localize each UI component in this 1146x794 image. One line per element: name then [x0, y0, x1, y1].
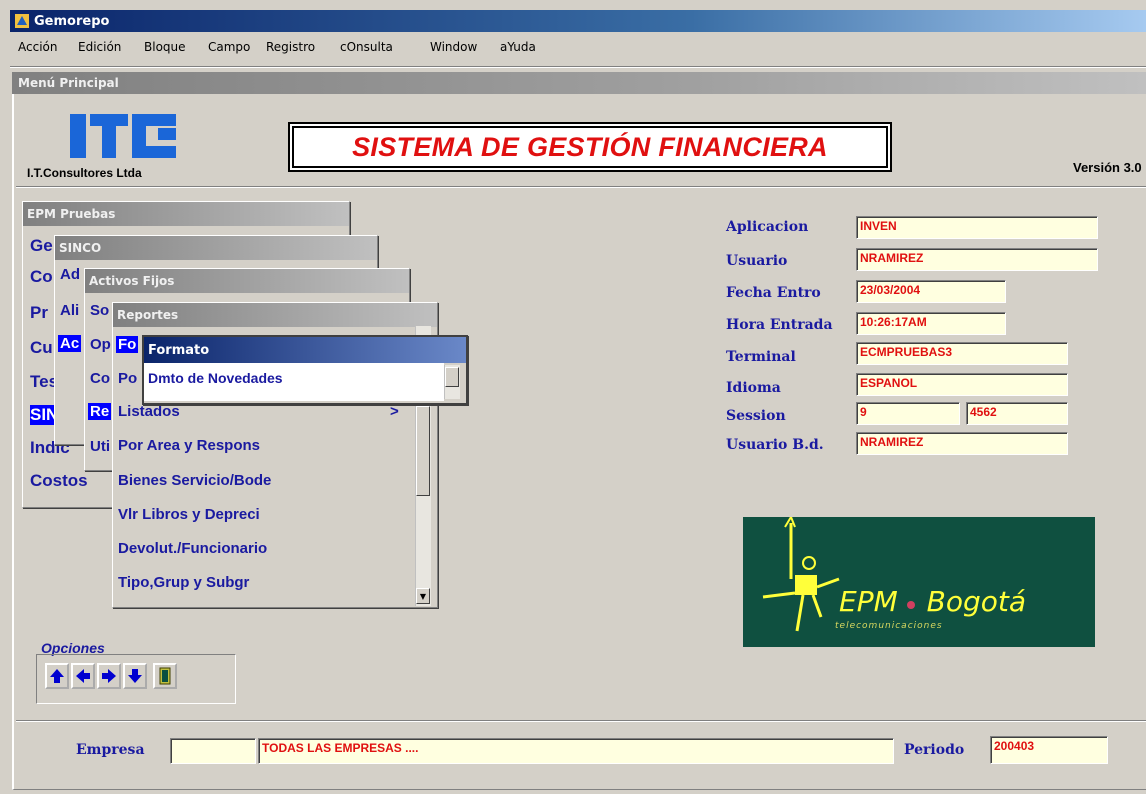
menu-bloque[interactable]: Bloque	[144, 40, 186, 54]
panel-reportes-title: Reportes	[113, 303, 437, 327]
field-idioma[interactable]: ESPANOL	[856, 373, 1068, 396]
menu-item-tipo-grup[interactable]: Tipo,Grup y Subgr	[118, 574, 249, 591]
inner-window-titlebar[interactable]: Menú Principal	[12, 72, 1146, 94]
field-periodo[interactable]: 200403	[990, 736, 1108, 764]
arrow-right-icon[interactable]	[97, 663, 121, 689]
menu-ayuda[interactable]: aYuda	[500, 40, 536, 54]
menu-item-por-area[interactable]: Por Area y Respons	[118, 437, 260, 454]
epm-subtitle: telecomunicaciones	[835, 621, 943, 631]
menu-consulta[interactable]: cOnsulta	[340, 40, 393, 54]
label-hora-entrada: Hora Entrada	[726, 317, 833, 333]
panel-activos-fijos-title: Activos Fijos	[85, 269, 409, 293]
window-titlebar[interactable]: Gemorepo	[10, 10, 1146, 32]
menu-item-ge[interactable]: Ge	[30, 236, 53, 256]
field-hora-entrada[interactable]: 10:26:17AM	[856, 312, 1006, 335]
footer-divider	[16, 720, 1146, 722]
field-empresa-name[interactable]: TODAS LAS EMPRESAS ....	[258, 738, 894, 764]
label-aplicacion: Aplicacion	[726, 219, 809, 235]
label-session: Session	[726, 408, 786, 424]
menu-item-fo[interactable]: Fo	[116, 336, 139, 353]
field-session-id[interactable]: 4562	[966, 402, 1068, 425]
menu-registro[interactable]: Registro	[266, 40, 315, 54]
app-icon	[14, 13, 30, 29]
panel-formato-title: Formato	[144, 337, 466, 363]
menu-item-uti[interactable]: Uti	[90, 438, 110, 455]
epm-city-text: Bogotá	[926, 585, 1027, 618]
label-empresa: Empresa	[76, 742, 145, 758]
field-fecha-entro[interactable]: 23/03/2004	[856, 280, 1006, 303]
menu-item-op[interactable]: Op	[90, 336, 111, 353]
menu-item-listados[interactable]: Listados	[118, 403, 180, 420]
menu-item-cu[interactable]: Cu	[30, 338, 53, 358]
menu-item-ali[interactable]: Ali	[60, 302, 79, 319]
menu-item-dmto-novedades[interactable]: Dmto de Novedades	[148, 370, 283, 386]
submenu-arrow: >	[390, 403, 399, 420]
field-usuario-bd[interactable]: NRAMIREZ	[856, 432, 1068, 455]
menu-item-bienes-servicio[interactable]: Bienes Servicio/Bode	[118, 472, 271, 489]
system-title: SISTEMA DE GESTIÓN FINANCIERA	[292, 126, 888, 168]
menu-accion[interactable]: Acción	[18, 40, 57, 54]
menu-item-ac[interactable]: Ac	[58, 335, 82, 352]
menu-item-ad[interactable]: Ad	[60, 266, 80, 283]
menu-item-co[interactable]: Co	[30, 267, 53, 287]
label-fecha-entro: Fecha Entro	[726, 285, 821, 301]
label-idioma: Idioma	[726, 380, 781, 396]
menu-item-devolut[interactable]: Devolut./Funcionario	[118, 540, 267, 557]
reportes-scrollbar-thumb[interactable]	[416, 406, 430, 496]
menu-item-po[interactable]: Po	[118, 370, 137, 387]
menu-item-co2[interactable]: Co	[90, 370, 110, 387]
field-session[interactable]: 9	[856, 402, 960, 425]
arrow-up-icon[interactable]	[45, 663, 69, 689]
label-usuario: Usuario	[726, 253, 788, 269]
logo-caption: I.T.Consultores Ltda	[27, 166, 142, 180]
field-terminal[interactable]: ECMPRUEBAS3	[856, 342, 1068, 365]
label-usuario-bd: Usuario B.d.	[726, 437, 824, 453]
menu-item-so[interactable]: So	[90, 302, 109, 319]
field-empresa-code[interactable]	[170, 738, 256, 764]
menu-campo[interactable]: Campo	[208, 40, 250, 54]
label-terminal: Terminal	[726, 349, 796, 365]
formato-scrollbar[interactable]	[444, 365, 460, 399]
menu-edicion[interactable]: Edición	[78, 40, 121, 54]
field-usuario[interactable]: NRAMIREZ	[856, 248, 1098, 271]
label-periodo: Periodo	[904, 742, 965, 758]
system-title-box: SISTEMA DE GESTIÓN FINANCIERA	[288, 122, 892, 172]
menu-item-re[interactable]: Re	[88, 403, 112, 420]
window-title: Gemorepo	[34, 13, 110, 29]
inner-window-title: Menú Principal	[18, 76, 119, 90]
arrow-left-icon[interactable]	[71, 663, 95, 689]
menu-item-costos[interactable]: Costos	[30, 471, 88, 491]
itc-logo	[68, 110, 180, 162]
menu-item-vlr-libros[interactable]: Vlr Libros y Depreci	[118, 506, 260, 523]
arrow-down-icon[interactable]	[123, 663, 147, 689]
menu-window[interactable]: Window	[430, 40, 477, 54]
field-aplicacion[interactable]: INVEN	[856, 216, 1098, 239]
exit-door-icon[interactable]	[153, 663, 177, 689]
version-label: Versión 3.0	[1073, 160, 1142, 175]
menubar-divider	[10, 66, 1146, 68]
formato-scrollbar-thumb[interactable]	[445, 367, 459, 387]
options-toolbar	[36, 654, 236, 704]
menu-item-pr[interactable]: Pr	[30, 303, 48, 323]
epm-name: EPM Bogotá	[839, 585, 1026, 618]
epm-name-text: EPM	[839, 585, 898, 618]
panel-sinco-title: SINCO	[55, 236, 377, 260]
scroll-down-icon[interactable]: ▼	[416, 588, 430, 604]
panel-epm-pruebas-title: EPM Pruebas	[23, 202, 349, 226]
header-divider	[16, 186, 1146, 188]
epm-bogota-logo: EPM Bogotá telecomunicaciones	[743, 517, 1095, 647]
